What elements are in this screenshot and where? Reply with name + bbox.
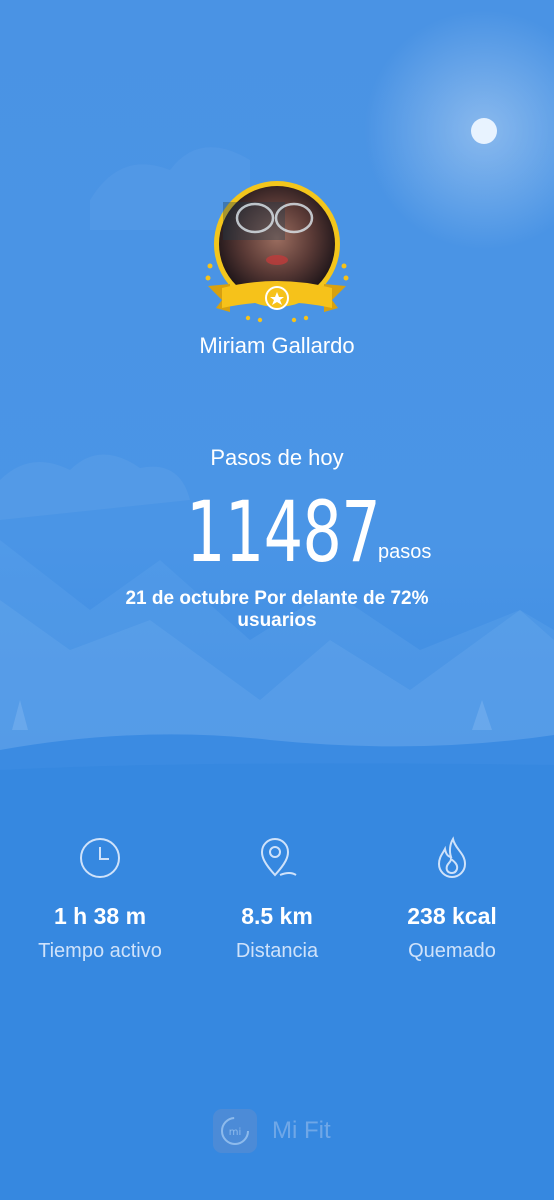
stat-label: Tiempo activo	[38, 940, 162, 962]
stat-calories[interactable]: 238 kcal Quemado	[362, 835, 542, 963]
avatar-badge[interactable]	[200, 180, 354, 330]
user-name: Miriam Gallardo	[199, 333, 355, 358]
svg-text:mi: mi	[229, 1127, 242, 1138]
stat-label: Quemado	[408, 940, 496, 962]
steps-unit: pasos	[378, 541, 432, 563]
stat-value: 1 h 38 m	[53, 903, 147, 929]
stat-label: Distancia	[235, 940, 319, 962]
stat-distance[interactable]: 8.5 km Distancia	[187, 835, 367, 963]
stat-active-time[interactable]: 1 h 38 m Tiempo activo	[10, 835, 190, 963]
ranking-text: 21 de octubre Por delante de 72% usuario…	[125, 588, 429, 631]
stat-value: 8.5 km	[241, 903, 313, 929]
stat-value: 238 kcal	[407, 903, 497, 929]
steps-counter[interactable]: 11487	[0, 482, 554, 582]
sun	[471, 118, 497, 144]
mi-fit-logo-icon: mi	[213, 1109, 257, 1153]
today-steps-label: Pasos de hoy	[210, 445, 344, 470]
flame-icon	[437, 836, 467, 878]
location-pin-icon	[260, 838, 297, 877]
steps-value: 11487	[186, 483, 381, 581]
mi-fit-brand: mi Mi Fit	[212, 1108, 331, 1154]
sun-glow	[364, 10, 554, 250]
brand-name: Mi Fit	[272, 1117, 331, 1144]
clock-icon	[80, 838, 120, 878]
